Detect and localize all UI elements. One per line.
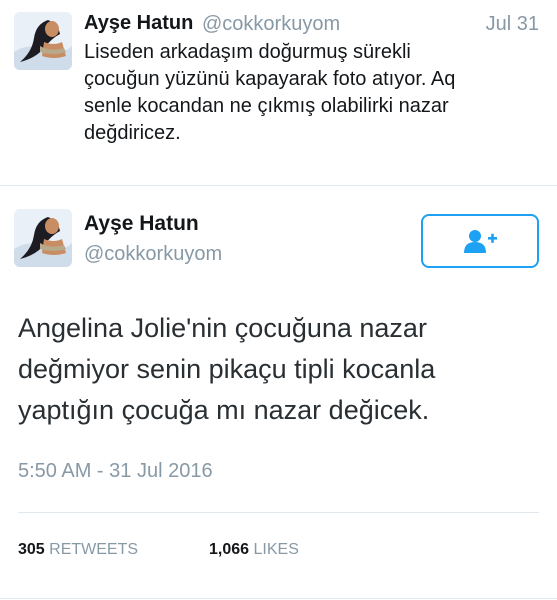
retweets-stat[interactable]: 305 RETWEETS: [18, 541, 138, 559]
divider: [0, 598, 557, 599]
likes-count: 1,066: [209, 541, 250, 558]
tweet-text-line: yaptığın çocuğa mı nazar değicek.: [18, 395, 430, 425]
tweet-timestamp[interactable]: 5:50 AM - 31 Jul 2016: [18, 460, 213, 483]
tweet-text-line: değdiricez.: [84, 122, 181, 144]
avatar-image: [14, 12, 72, 70]
add-user-icon: [464, 230, 497, 253]
tweet-text-line: Angelina Jolie'nin çocuğuna nazar: [18, 313, 427, 343]
author-handle[interactable]: @cokkorkuyom: [84, 243, 222, 266]
retweets-count: 305: [18, 541, 45, 558]
divider: [18, 512, 539, 513]
parent-tweet[interactable]: Ayşe Hatun @cokkorkuyom Jul 31 Liseden a…: [0, 0, 557, 185]
avatar[interactable]: [14, 12, 72, 70]
tweet-date[interactable]: Jul 31: [486, 13, 539, 36]
divider: [0, 185, 557, 186]
likes-stat[interactable]: 1,066 LIKES: [209, 541, 299, 559]
avatar[interactable]: [14, 209, 72, 267]
tweet-text-line: senle kocandan ne çıkmış olabilirki naza…: [84, 95, 449, 117]
tweet-text: Liseden arkadaşım doğurmuş sürekli çocuğ…: [84, 39, 534, 147]
author-name[interactable]: Ayşe Hatun: [84, 12, 193, 35]
author-handle[interactable]: @cokkorkuyom: [202, 13, 340, 36]
tweet-text: Angelina Jolie'nin çocuğuna nazar değmiy…: [18, 308, 538, 431]
follow-button[interactable]: [421, 214, 539, 268]
likes-label: LIKES: [253, 541, 299, 558]
retweets-label: RETWEETS: [49, 541, 139, 558]
tweet-text-line: çocuğun yüzünü kapayarak foto atıyor. Aq: [84, 68, 456, 90]
avatar-image: [14, 209, 72, 267]
tweet-text-line: Liseden arkadaşım doğurmuş sürekli: [84, 41, 411, 63]
tweet-text-line: değmiyor senin pikaçu tipli kocanla: [18, 354, 436, 384]
author-name[interactable]: Ayşe Hatun: [84, 212, 199, 236]
